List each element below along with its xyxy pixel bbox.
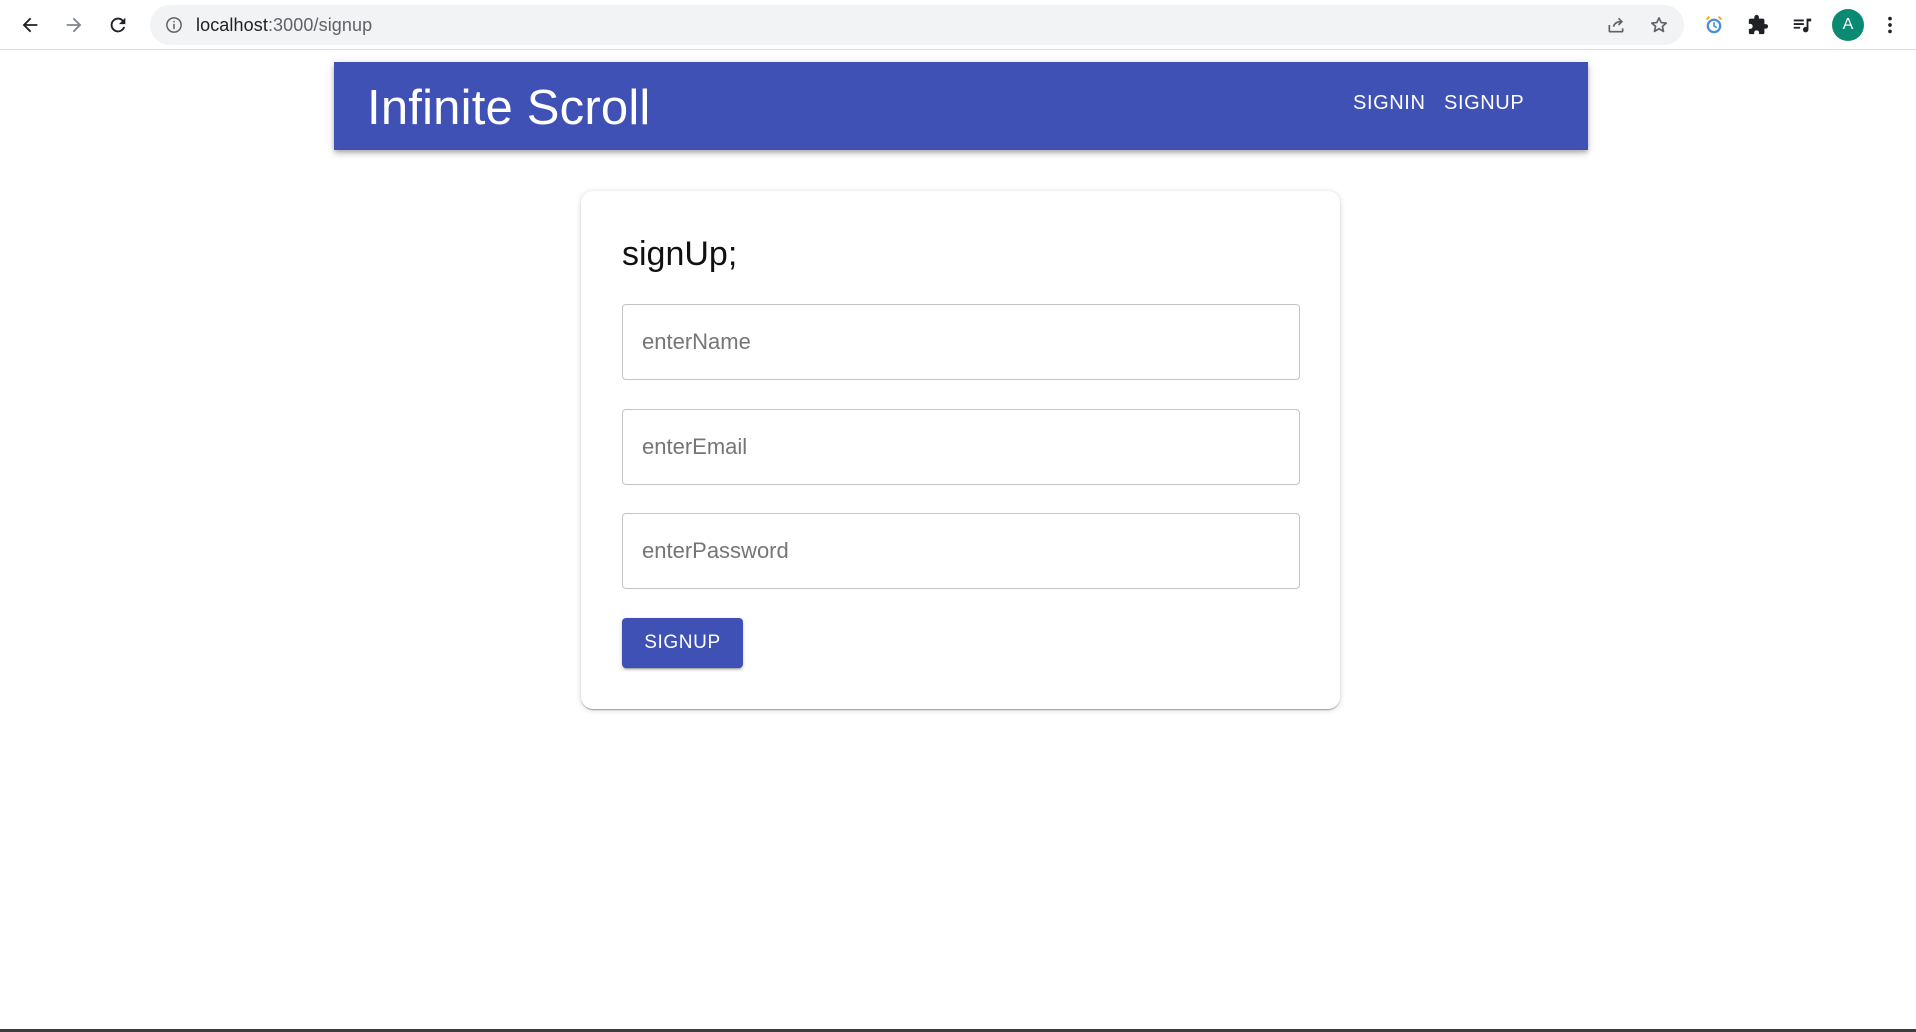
puzzle-icon	[1748, 14, 1769, 35]
browser-toolbar: localhost:3000/signup A	[0, 0, 1916, 50]
arrow-right-icon	[66, 17, 82, 33]
nav-signin-link[interactable]: SIGNIN	[1353, 92, 1426, 115]
name-input[interactable]	[622, 304, 1300, 380]
signup-button[interactable]: SIGNUP	[622, 618, 743, 668]
password-input[interactable]	[622, 513, 1300, 589]
menu-button[interactable]	[1876, 11, 1904, 39]
alarm-clock-icon	[1705, 16, 1723, 34]
url-path: :3000/signup	[267, 15, 373, 35]
reload-button[interactable]	[100, 7, 136, 43]
extensions-button[interactable]	[1744, 11, 1772, 39]
app-bar: Infinite Scroll SIGNIN SIGNUP	[334, 62, 1588, 150]
back-button[interactable]	[12, 7, 48, 43]
star-icon	[1651, 17, 1667, 33]
app-title: Infinite Scroll	[367, 81, 651, 135]
form-heading: signUp;	[622, 235, 738, 273]
more-vert-icon	[1888, 16, 1892, 34]
playlist-music-icon	[1793, 18, 1812, 33]
arrow-left-icon	[22, 17, 38, 33]
address-bar[interactable]: localhost:3000/signup	[150, 5, 1684, 45]
info-icon[interactable]	[165, 16, 183, 34]
share-icon	[1608, 17, 1624, 33]
email-input[interactable]	[622, 409, 1300, 485]
signup-card: signUp; SIGNUP	[581, 191, 1340, 709]
bookmark-button[interactable]	[1648, 14, 1670, 36]
url-text: localhost:3000/signup	[196, 15, 372, 36]
profile-avatar[interactable]: A	[1832, 9, 1864, 41]
extension-button[interactable]	[1700, 11, 1728, 39]
share-button[interactable]	[1605, 14, 1627, 36]
nav-signup-link[interactable]: SIGNUP	[1444, 92, 1524, 115]
url-host: localhost	[196, 15, 268, 35]
media-button[interactable]	[1788, 11, 1816, 39]
forward-button[interactable]	[56, 7, 92, 43]
reload-icon	[110, 17, 126, 33]
